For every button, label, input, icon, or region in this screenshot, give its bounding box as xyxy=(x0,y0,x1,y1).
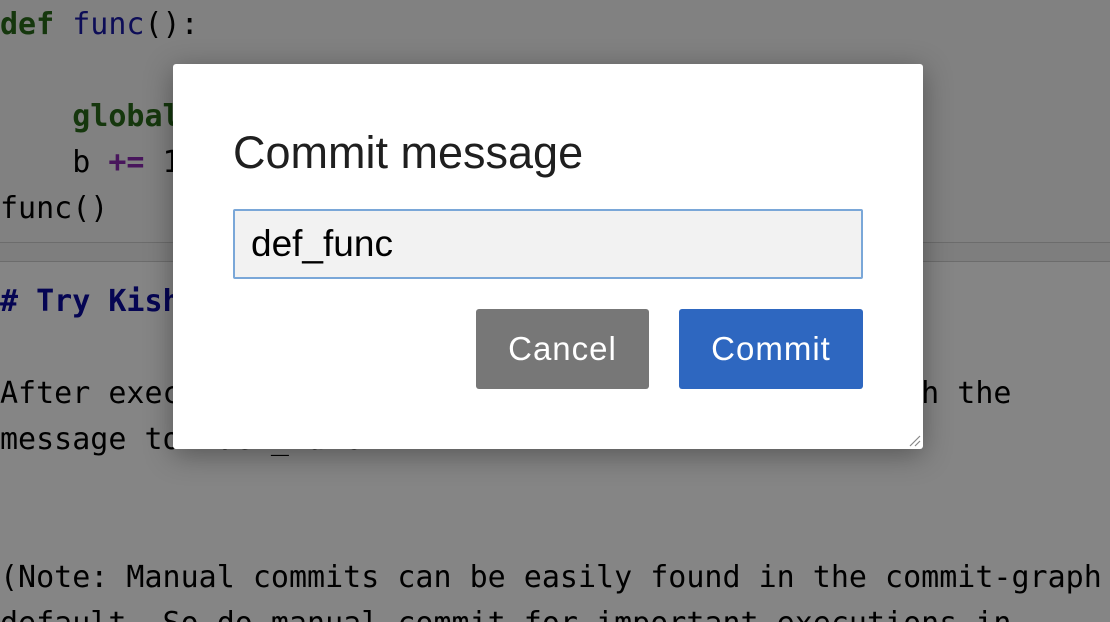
commit-message-input[interactable] xyxy=(233,209,863,279)
commit-button[interactable]: Commit xyxy=(679,309,863,389)
commit-dialog: Commit message Cancel Commit xyxy=(173,64,923,449)
resize-grip-icon[interactable] xyxy=(907,433,921,447)
dialog-title: Commit message xyxy=(233,127,584,178)
cancel-button[interactable]: Cancel xyxy=(476,309,649,389)
